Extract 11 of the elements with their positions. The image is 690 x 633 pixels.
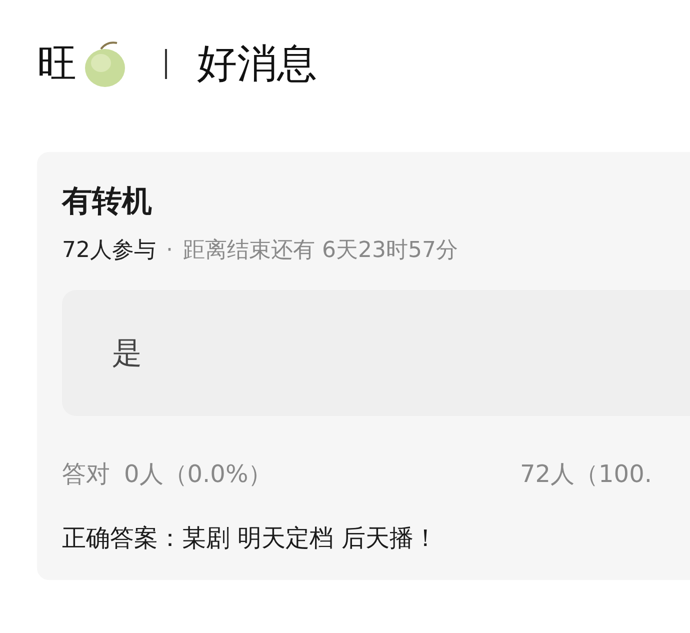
correct-count: 0人（0.0%） <box>124 459 272 490</box>
other-count: 72人（100. <box>520 459 653 490</box>
separator-dot: · <box>166 237 173 265</box>
stats-label: 答对 <box>62 459 110 490</box>
correct-answer: 正确答案：某剧 明天定档 后天播！ <box>62 523 438 554</box>
page-title: 好消息 <box>197 44 317 84</box>
participant-count: 72人参与 <box>62 237 156 265</box>
user-name: 旺 <box>37 44 77 84</box>
countdown: 距离结束还有 6天23时57分 <box>183 237 458 265</box>
poll-option[interactable]: 是 <box>62 290 690 416</box>
poll-title: 有转机 <box>62 183 153 221</box>
